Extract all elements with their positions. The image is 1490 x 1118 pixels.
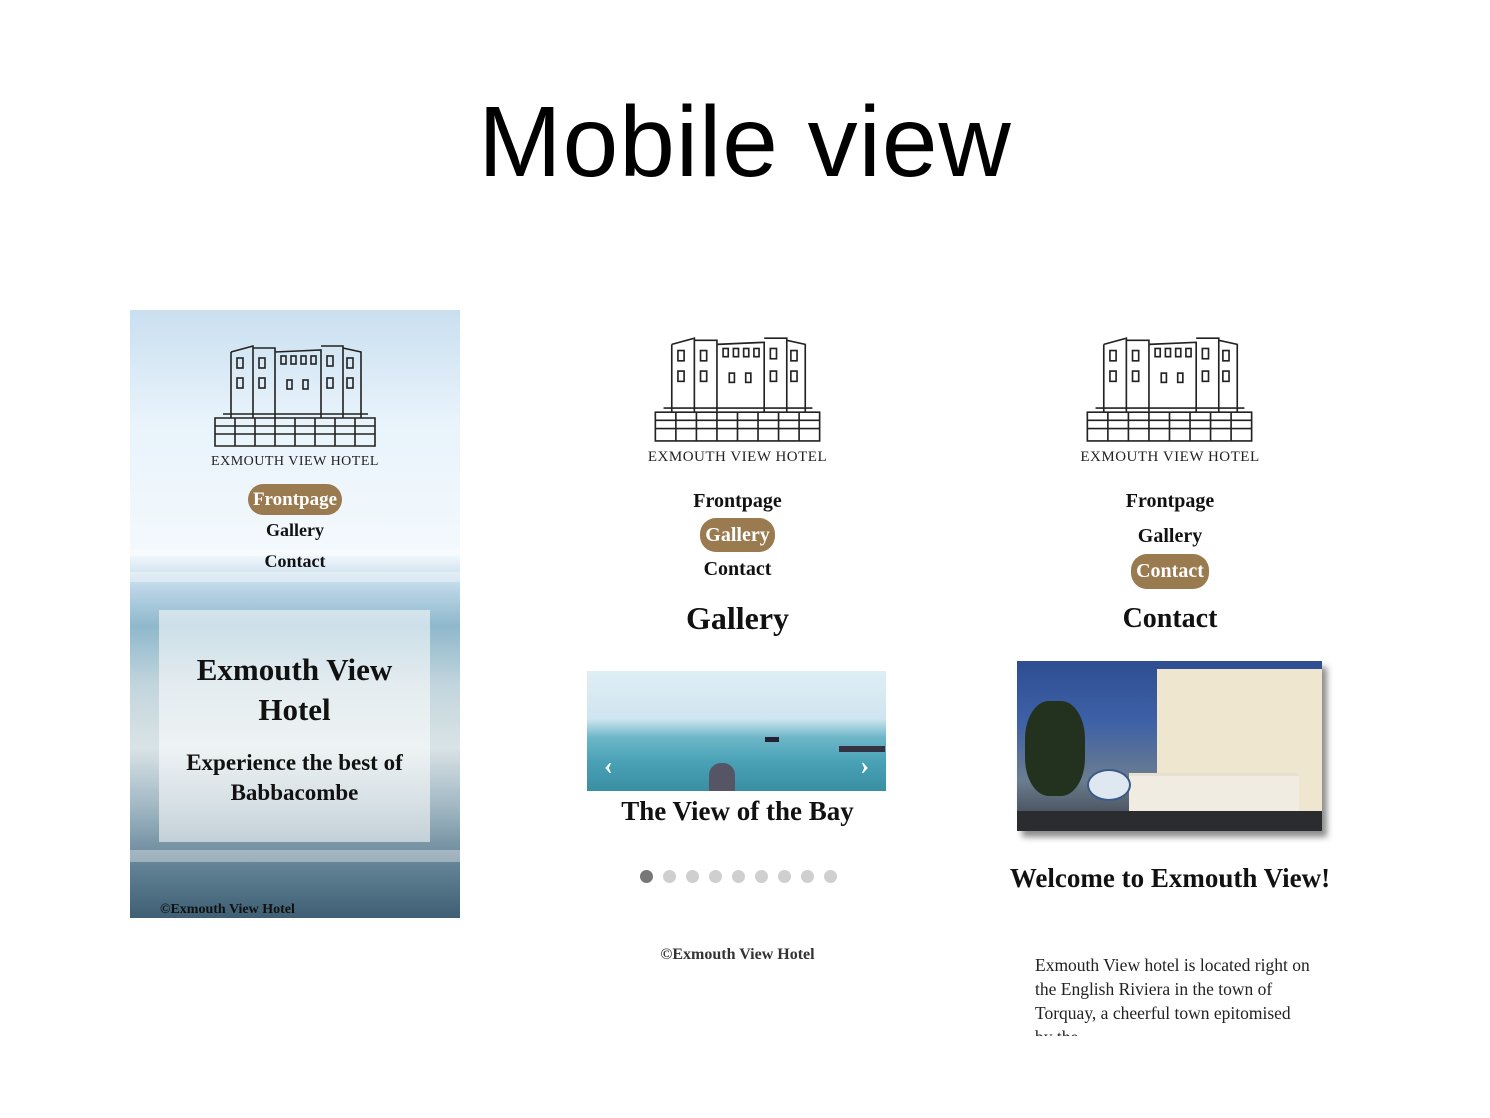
hero-box: Exmouth View Hotel Experience the best o…	[159, 610, 430, 842]
carousel-indicators	[640, 870, 847, 888]
boat	[765, 737, 779, 742]
hotel-logo-icon[interactable]	[213, 338, 378, 450]
hotel-logo-icon[interactable]	[1080, 330, 1260, 445]
wave-highlight	[130, 550, 460, 556]
nav-gallery[interactable]: Gallery	[261, 515, 329, 546]
carousel-dot[interactable]	[686, 870, 699, 883]
hotel-photo	[1017, 661, 1322, 831]
carousel-dot[interactable]	[732, 870, 745, 883]
wave-highlight	[130, 850, 460, 862]
carousel-dot[interactable]	[778, 870, 791, 883]
carousel-dot[interactable]	[663, 870, 676, 883]
carousel-prev-icon[interactable]: ‹	[604, 751, 613, 781]
main-nav: Frontpage Gallery Contact	[1000, 484, 1340, 589]
nav-frontpage[interactable]: Frontpage	[688, 484, 787, 518]
frontpage-mobile-screenshot: EXMOUTH VIEW HOTEL Frontpage Gallery Con…	[130, 310, 460, 918]
brand-name: EXMOUTH VIEW HOTEL	[647, 449, 828, 465]
carousel-dot[interactable]	[801, 870, 814, 883]
welcome-heading: Welcome to Exmouth View!	[1009, 863, 1331, 893]
brand-name: EXMOUTH VIEW HOTEL	[211, 454, 379, 469]
carousel-dot[interactable]	[640, 870, 653, 883]
nav-contact[interactable]: Contact	[1131, 554, 1209, 589]
welcome-body: Exmouth View hotel is located right on t…	[1035, 955, 1310, 1036]
contact-mobile-screenshot: EXMOUTH VIEW HOTEL Frontpage Gallery Con…	[1000, 318, 1340, 1036]
main-nav: Frontpage Gallery Contact	[130, 484, 460, 577]
hero-subtitle: Experience the best of Babbacombe	[186, 750, 403, 805]
brand-name: EXMOUTH VIEW HOTEL	[1080, 449, 1260, 465]
carousel-dot[interactable]	[709, 870, 722, 883]
nav-gallery[interactable]: Gallery	[1133, 519, 1207, 554]
page-heading: Gallery	[685, 600, 790, 636]
ground	[1017, 811, 1322, 831]
slide-caption: The View of the Bay	[621, 796, 854, 826]
carousel-dot[interactable]	[755, 870, 768, 883]
nav-frontpage[interactable]: Frontpage	[247, 484, 343, 515]
hero-title: Exmouth View Hotel	[196, 652, 393, 727]
footer-copyright: ©Exmouth View Hotel	[160, 902, 295, 917]
nav-frontpage[interactable]: Frontpage	[1121, 484, 1220, 519]
page-heading: Contact	[1122, 603, 1218, 634]
gallery-mobile-screenshot: EXMOUTH VIEW HOTEL Frontpage Gallery Con…	[570, 318, 905, 978]
hotel-sign	[1087, 769, 1131, 801]
nav-contact[interactable]: Contact	[699, 552, 777, 586]
footer-copyright: ©Exmouth View Hotel	[660, 946, 815, 963]
wave-highlight	[130, 572, 460, 582]
palm-tree	[1025, 701, 1085, 796]
carousel-dot[interactable]	[824, 870, 837, 883]
main-nav: Frontpage Gallery Contact	[570, 484, 905, 586]
gallery-carousel[interactable]: ‹ ›	[587, 671, 886, 791]
person-silhouette	[709, 763, 735, 791]
hotel-logo-icon[interactable]	[649, 330, 827, 445]
nav-gallery[interactable]: Gallery	[700, 518, 775, 552]
carousel-next-icon[interactable]: ›	[860, 751, 869, 781]
slide-title: Mobile view	[478, 86, 1012, 198]
